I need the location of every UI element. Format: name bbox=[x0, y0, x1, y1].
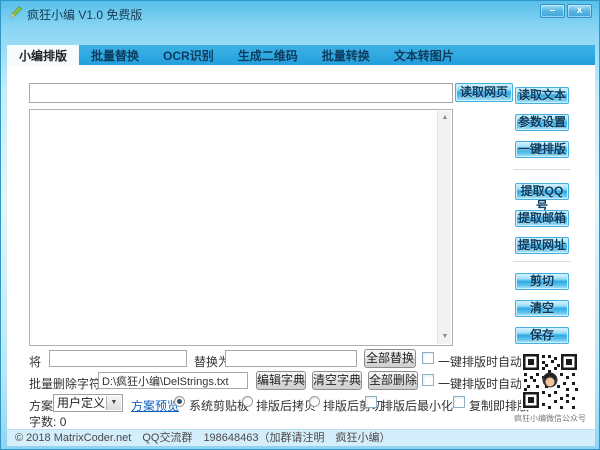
status-bar: © 2018 MatrixCoder.net QQ交流群 198648463（加… bbox=[7, 429, 595, 446]
app-logo-pencil-icon bbox=[9, 5, 23, 24]
right-panel-divider bbox=[513, 169, 571, 170]
title-bar[interactable]: 疯狂小编 V1.0 免费版 – x bbox=[1, 1, 599, 23]
scheme-preview-link[interactable]: 方案预览 bbox=[131, 397, 179, 414]
scheme-label: 方案 bbox=[29, 397, 53, 414]
read-text-button[interactable]: 读取文本 bbox=[515, 87, 569, 104]
word-count-value: 0 bbox=[60, 415, 67, 429]
tab-bar: 小编排版 批量替换 OCR识别 生成二维码 批量转换 文本转图片 bbox=[7, 45, 595, 65]
app-window: 疯狂小编 V1.0 免费版 – x 小编排版 批量替换 OCR识别 生成二维码 … bbox=[0, 0, 600, 450]
minimize-after-typeset-checkbox[interactable] bbox=[365, 396, 377, 408]
minimize-after-typeset-label[interactable]: 排版后最小化 bbox=[381, 397, 453, 414]
right-panel-divider bbox=[513, 261, 571, 262]
replace-all-button[interactable]: 全部替换 bbox=[364, 349, 416, 368]
one-click-typeset-button[interactable]: 一键排版 bbox=[515, 141, 569, 158]
radio-system-clipboard[interactable] bbox=[174, 396, 185, 407]
scroll-down-icon[interactable]: ▼ bbox=[438, 330, 452, 344]
replace-from-input[interactable] bbox=[49, 350, 187, 367]
main-text-editor[interactable]: ▲ ▼ bbox=[29, 109, 453, 346]
url-input[interactable] bbox=[29, 83, 453, 103]
scheme-select[interactable]: 用户定义 ▼ bbox=[53, 394, 123, 412]
edit-dictionary-button[interactable]: 编辑字典 bbox=[256, 371, 306, 390]
auto-delete-checkbox[interactable] bbox=[422, 374, 434, 386]
extract-qq-button[interactable]: 提取QQ号 bbox=[515, 183, 569, 200]
save-button[interactable]: 保存 bbox=[515, 327, 569, 344]
clear-dictionary-button[interactable]: 清空字典 bbox=[312, 371, 362, 390]
tab-batch-convert[interactable]: 批量转换 bbox=[310, 45, 382, 65]
word-count: 字数: 0 bbox=[29, 413, 66, 430]
radio-copy-after-typeset-label[interactable]: 排版后拷贝 bbox=[256, 397, 316, 414]
wechat-qr-code bbox=[521, 352, 579, 410]
radio-system-clipboard-label[interactable]: 系统剪贴板 bbox=[189, 397, 249, 414]
scheme-select-value: 用户定义 bbox=[57, 396, 105, 410]
chevron-down-icon[interactable]: ▼ bbox=[106, 396, 121, 410]
cut-button[interactable]: 剪切 bbox=[515, 273, 569, 290]
replace-to-input[interactable] bbox=[225, 350, 357, 367]
window-title: 疯狂小编 V1.0 免费版 bbox=[27, 6, 142, 23]
replace-from-label: 将 bbox=[29, 353, 41, 370]
tab-batch-replace[interactable]: 批量替换 bbox=[79, 45, 151, 65]
read-webpage-button[interactable]: 读取网页 bbox=[455, 83, 513, 102]
editor-scrollbar[interactable]: ▲ ▼ bbox=[437, 111, 451, 344]
radio-copy-after-typeset[interactable] bbox=[242, 396, 253, 407]
clear-button[interactable]: 清空 bbox=[515, 300, 569, 317]
settings-button[interactable]: 参数设置 bbox=[515, 114, 569, 131]
qr-caption: 疯狂小编微信公众号 bbox=[511, 413, 589, 424]
tab-typeset[interactable]: 小编排版 bbox=[7, 45, 79, 65]
copy-triggers-typeset-label[interactable]: 复制即排版 bbox=[469, 397, 529, 414]
delete-strings-path-input[interactable] bbox=[98, 372, 248, 389]
tab-ocr[interactable]: OCR识别 bbox=[151, 45, 226, 65]
status-text: © 2018 MatrixCoder.net QQ交流群 198648463（加… bbox=[15, 432, 391, 444]
word-count-label: 字数: bbox=[29, 415, 56, 429]
minimize-button[interactable]: – bbox=[540, 4, 565, 18]
extract-email-button[interactable]: 提取邮箱 bbox=[515, 210, 569, 227]
radio-cut-after-typeset[interactable] bbox=[309, 396, 320, 407]
tab-qrcode-generate[interactable]: 生成二维码 bbox=[226, 45, 310, 65]
copy-triggers-typeset-checkbox[interactable] bbox=[453, 396, 465, 408]
close-button[interactable]: x bbox=[567, 4, 592, 18]
auto-replace-checkbox[interactable] bbox=[422, 352, 434, 364]
delete-all-button[interactable]: 全部删除 bbox=[368, 371, 418, 390]
extract-url-button[interactable]: 提取网址 bbox=[515, 237, 569, 254]
tab-text-to-image[interactable]: 文本转图片 bbox=[382, 45, 466, 65]
scroll-up-icon[interactable]: ▲ bbox=[438, 111, 452, 125]
